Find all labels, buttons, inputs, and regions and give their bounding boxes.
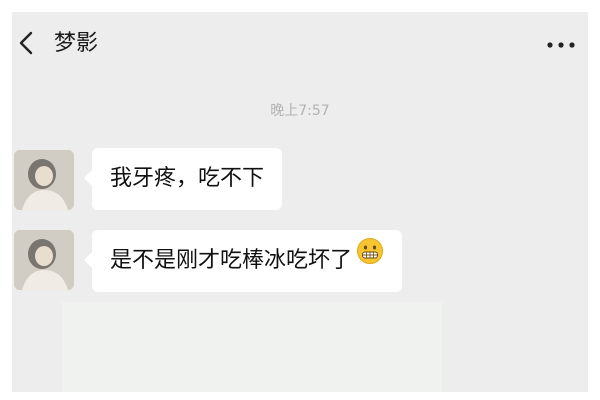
avatar-photo — [14, 230, 74, 290]
more-dots-icon — [547, 42, 575, 48]
message-bubble[interactable]: 我牙疼，吃不下 — [83, 148, 283, 210]
chat-title: 梦影 — [54, 31, 99, 56]
chat-header: 梦影 — [12, 12, 588, 78]
chat-screen: 梦影 晚上7:57 我牙疼，吃不下 是不是刚才吃棒冰吃坏了 — [12, 12, 588, 392]
avatar[interactable] — [14, 230, 74, 290]
more-button[interactable] — [544, 32, 578, 58]
grimace-emoji-icon — [356, 228, 384, 290]
message-text: 我牙疼，吃不下 — [110, 166, 265, 191]
background-overlay — [62, 302, 442, 392]
message-timestamp: 晚上7:57 — [270, 103, 330, 119]
message-bubble[interactable]: 是不是刚才吃棒冰吃坏了 — [83, 228, 403, 292]
back-button[interactable] — [14, 28, 40, 58]
message-text: 是不是刚才吃棒冰吃坏了 — [110, 248, 353, 273]
avatar-photo — [14, 150, 74, 210]
chevron-left-icon — [19, 31, 33, 55]
avatar[interactable] — [14, 150, 74, 210]
